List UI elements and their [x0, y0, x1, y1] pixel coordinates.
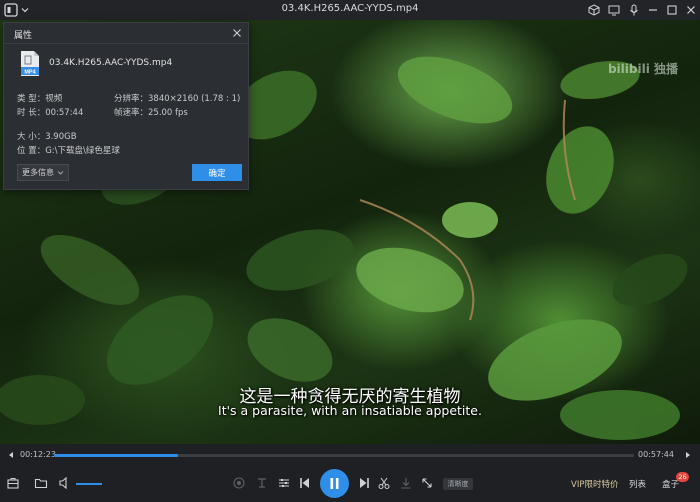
previous-icon[interactable] [298, 476, 312, 490]
download-icon[interactable] [399, 476, 413, 490]
microphone-icon[interactable] [627, 3, 641, 17]
title-bar: 03.4K.H265.AAC-YYDS.mp4 [0, 0, 700, 20]
file-name: 03.4K.H265.AAC-YYDS.mp4 [49, 58, 173, 68]
current-time: 00:12:23 [20, 450, 56, 459]
playlist-button[interactable]: 列表 [629, 478, 646, 490]
prop-size: 大 小：3.90GB [17, 132, 77, 142]
control-bar: 清晰度 VIP限时特价 列表 盒子 26 [0, 466, 700, 502]
minimize-icon[interactable] [646, 3, 660, 17]
snapshot-icon[interactable] [232, 476, 246, 490]
fullscreen-icon[interactable] [420, 476, 434, 490]
properties-dialog: 属性 MP4 03.4K.H265.AAC-YYDS.mp4 类 型：视频 分辨… [3, 22, 249, 190]
clarity-button[interactable]: 清晰度 [443, 478, 473, 490]
box-badge: 26 [676, 472, 689, 482]
progress-bar[interactable] [54, 454, 634, 457]
folder-icon[interactable] [34, 476, 48, 490]
progress-row: 00:12:23 00:57:44 [0, 444, 700, 466]
file-type-label: MP4 [24, 70, 36, 76]
bilibili-watermark: bilibili 独播 [607, 62, 678, 76]
chevron-down-icon [57, 171, 64, 175]
vip-promo-link[interactable]: VIP限时特价 [571, 478, 618, 490]
prop-frame-rate: 帧速率：25.00 fps [114, 108, 188, 118]
prop-location: 位 置：G:\下载盘\绿色星球 [17, 146, 120, 156]
more-info-button[interactable]: 更多信息 [17, 164, 69, 181]
pause-button[interactable] [320, 469, 349, 498]
video-file-icon: MP4 [21, 51, 39, 76]
prop-duration: 时 长：00:57:44 [17, 108, 84, 118]
3d-cube-icon[interactable] [587, 3, 601, 17]
seek-forward-icon[interactable] [684, 451, 692, 459]
pause-icon [330, 478, 339, 489]
progress-fill [54, 454, 179, 457]
subtitle-english: It's a parasite, with an insatiable appe… [218, 403, 482, 418]
prop-type: 类 型：视频 [17, 94, 63, 104]
scissors-icon[interactable] [377, 476, 391, 490]
volume-slider[interactable] [76, 483, 102, 485]
screen-cast-icon[interactable] [607, 3, 621, 17]
total-time: 00:57:44 [638, 450, 674, 459]
ok-button[interactable]: 确定 [192, 164, 242, 181]
subtitle-style-icon[interactable] [255, 476, 269, 490]
seek-back-icon[interactable] [7, 451, 15, 459]
maximize-icon[interactable] [665, 3, 679, 17]
dialog-divider [4, 43, 248, 44]
toolbox-icon[interactable] [6, 476, 20, 490]
prop-resolution: 分辨率：3840×2160 (1.78 : 1) [114, 94, 241, 104]
close-icon[interactable] [232, 28, 242, 38]
close-icon[interactable] [684, 3, 698, 17]
dialog-title: 属性 [14, 31, 33, 41]
more-info-label: 更多信息 [22, 168, 54, 177]
equalizer-icon[interactable] [277, 476, 291, 490]
volume-icon[interactable] [58, 476, 72, 490]
next-icon[interactable] [357, 476, 371, 490]
volume-fill [76, 483, 102, 485]
